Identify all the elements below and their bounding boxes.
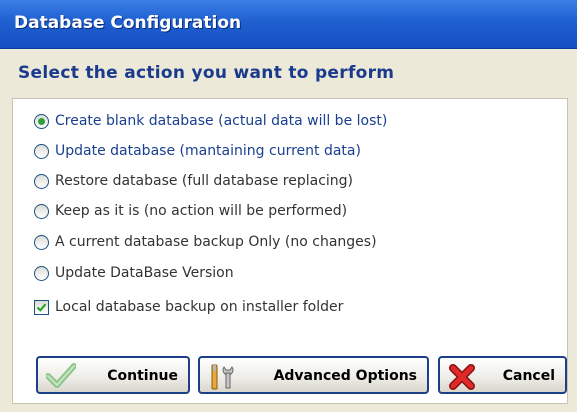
cancel-label: Cancel [502,368,555,384]
backup-checkbox-row[interactable]: Local database backup on installer folde… [34,296,343,318]
advanced-options-button[interactable]: Advanced Options [198,356,429,394]
window-title: Database Configuration [14,13,242,33]
radio-backup-only[interactable] [34,234,49,250]
option-label: Update DataBase Version [55,265,234,281]
option-update-database[interactable]: Update database (mantaining current data… [34,140,361,162]
advanced-options-label: Advanced Options [273,368,417,384]
red-x-icon [449,364,475,390]
option-restore-database[interactable]: Restore database (full database replacin… [34,170,353,192]
cancel-button[interactable]: Cancel [438,356,567,394]
tools-icon [211,364,234,390]
backup-checkbox[interactable] [34,299,49,315]
option-keep-as-is[interactable]: Keep as it is (no action will be perform… [34,200,347,222]
continue-button[interactable]: Continue [36,356,190,394]
option-backup-only[interactable]: A current database backup Only (no chang… [34,231,377,253]
radio-restore-database[interactable] [34,173,49,189]
radio-keep-as-is[interactable] [34,203,49,219]
option-label: Keep as it is (no action will be perform… [55,203,348,219]
backup-checkbox-label: Local database backup on installer folde… [55,299,344,315]
option-label: Create blank database (actual data will … [55,113,388,129]
radio-update-version[interactable] [34,265,49,281]
page-heading: Select the action you want to perform [18,63,395,83]
option-create-blank[interactable]: Create blank database (actual data will … [34,110,387,132]
option-label: A current database backup Only (no chang… [55,234,377,250]
option-label: Update database (mantaining current data… [55,143,361,159]
checkmark-icon [36,303,47,312]
continue-label: Continue [107,368,178,384]
title-bar: Database Configuration [0,0,577,49]
option-update-version[interactable]: Update DataBase Version [34,262,234,284]
checkmark-icon [46,363,76,388]
option-label: Restore database (full database replacin… [55,173,354,189]
radio-create-blank[interactable] [34,113,49,129]
radio-update-database[interactable] [34,143,49,159]
